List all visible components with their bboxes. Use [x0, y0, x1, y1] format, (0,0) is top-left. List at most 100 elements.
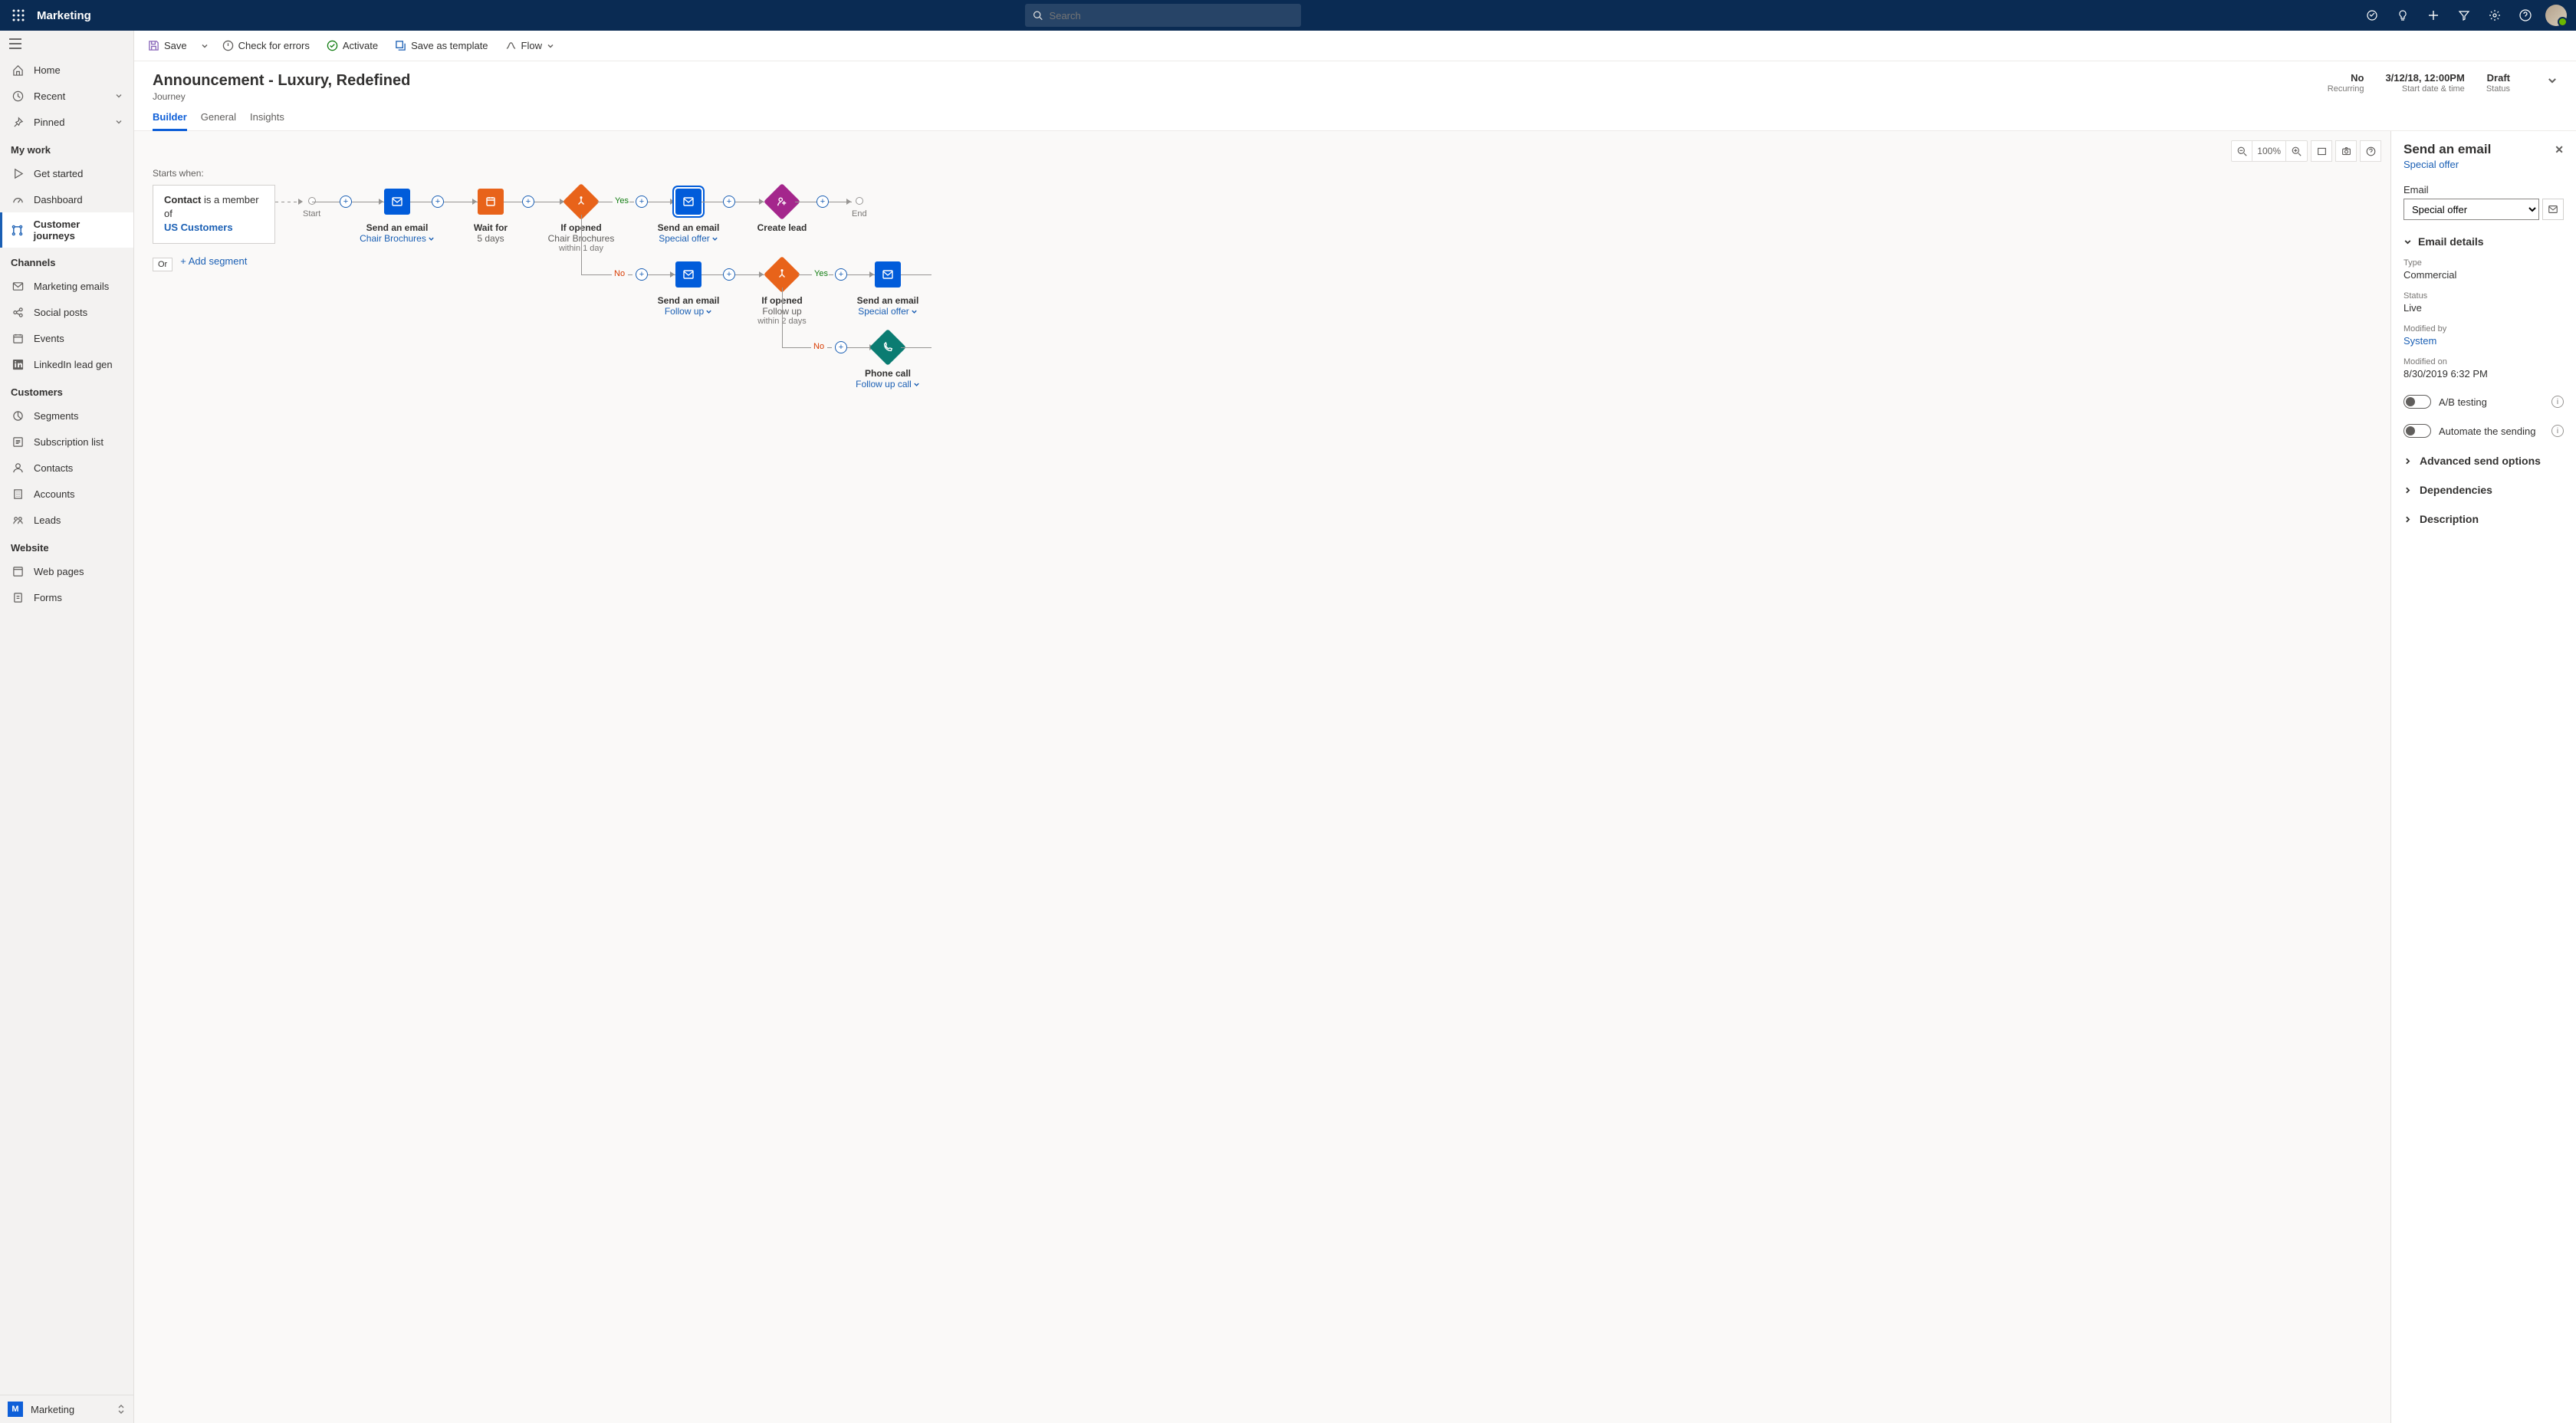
chevron-down-icon: [2404, 238, 2412, 246]
lightbulb-icon[interactable]: [2389, 2, 2417, 29]
node-link[interactable]: Special offer: [659, 233, 718, 244]
gear-icon[interactable]: [2481, 2, 2509, 29]
sidebar-item-label: Events: [34, 333, 64, 344]
search-input[interactable]: [1050, 10, 1294, 21]
detail-value-link[interactable]: System: [2404, 335, 2564, 347]
node-link[interactable]: Special offer: [858, 306, 918, 317]
save-icon: [148, 40, 159, 51]
user-avatar[interactable]: [2542, 2, 2570, 29]
node-link[interactable]: Follow up: [665, 306, 712, 317]
plus-icon[interactable]: [2420, 2, 2447, 29]
journey-canvas[interactable]: 100% Starts when: Contact is a member of…: [134, 131, 2390, 1423]
sidebar-item-accounts[interactable]: Accounts: [0, 481, 133, 507]
save-button[interactable]: Save: [142, 36, 193, 55]
sidebar-footer[interactable]: M Marketing: [0, 1395, 133, 1423]
clock-icon: [11, 89, 25, 103]
node-send-email-followup[interactable]: [675, 261, 702, 288]
close-panel-button[interactable]: ✕: [2555, 143, 2564, 156]
form-icon: [11, 590, 25, 604]
sidebar-item-label: Pinned: [34, 117, 64, 128]
canvas-help-button[interactable]: [2360, 140, 2381, 162]
sidebar-item-label: LinkedIn lead gen: [34, 359, 113, 370]
sidebar-item-leads[interactable]: Leads: [0, 507, 133, 533]
help-icon[interactable]: [2512, 2, 2539, 29]
app-launcher-icon[interactable]: [6, 3, 31, 28]
or-badge: Or: [153, 258, 172, 271]
open-email-button[interactable]: [2542, 199, 2564, 220]
node-send-email-1[interactable]: [384, 189, 410, 215]
sidebar-item-pinned[interactable]: Pinned: [0, 109, 133, 135]
sidebar-item-customer-journeys[interactable]: Customer journeys: [0, 212, 133, 248]
meta-label: Status: [2486, 84, 2510, 94]
segment-box[interactable]: Contact is a member of US Customers: [153, 185, 275, 244]
tab-builder[interactable]: Builder: [153, 111, 187, 131]
info-icon[interactable]: i: [2551, 396, 2564, 408]
sidebar-item-social[interactable]: Social posts: [0, 299, 133, 325]
email-details-header[interactable]: Email details: [2404, 235, 2564, 248]
tab-insights[interactable]: Insights: [250, 111, 284, 130]
btn-label: Save as template: [411, 40, 488, 51]
description-section[interactable]: Description: [2404, 513, 2564, 525]
check-errors-button[interactable]: Check for errors: [216, 36, 316, 55]
node-send-email-special-offer[interactable]: [675, 189, 702, 215]
page-icon: [11, 564, 25, 578]
tab-general[interactable]: General: [201, 111, 236, 130]
email-select[interactable]: Special offer: [2404, 199, 2539, 220]
email-field-label: Email: [2404, 184, 2564, 196]
sidebar-item-forms[interactable]: Forms: [0, 584, 133, 610]
save-template-button[interactable]: Save as template: [389, 36, 494, 55]
details-panel: Send an email✕ Special offer Email Speci…: [2390, 131, 2576, 1423]
toggle-label: Automate the sending: [2439, 426, 2535, 437]
filter-icon[interactable]: [2450, 2, 2478, 29]
sidebar-item-segments[interactable]: Segments: [0, 403, 133, 429]
sidebar-item-webpages[interactable]: Web pages: [0, 558, 133, 584]
check-icon: [327, 40, 338, 51]
sidebar-item-label: Home: [34, 64, 61, 76]
activate-button[interactable]: Activate: [320, 36, 384, 55]
sidebar-item-dashboard[interactable]: Dashboard: [0, 186, 133, 212]
chevron-down-icon: [115, 118, 123, 126]
sidebar-item-emails[interactable]: Marketing emails: [0, 273, 133, 299]
add-segment-button[interactable]: + Add segment: [180, 255, 247, 267]
node-link[interactable]: Chair Brochures: [360, 233, 435, 244]
advanced-send-section[interactable]: Advanced send options: [2404, 455, 2564, 467]
sidebar-item-events[interactable]: Events: [0, 325, 133, 351]
info-icon[interactable]: i: [2551, 425, 2564, 437]
flow-button[interactable]: Flow: [499, 36, 560, 55]
sidebar-item-home[interactable]: Home: [0, 57, 133, 83]
node-send-email-special-offer-2[interactable]: [875, 261, 901, 288]
zoom-level[interactable]: 100%: [2252, 140, 2286, 162]
panel-subtitle-link[interactable]: Special offer: [2404, 159, 2564, 170]
zoom-out-button[interactable]: [2231, 140, 2252, 162]
expand-header-button[interactable]: [2547, 75, 2558, 86]
hamburger-icon[interactable]: [0, 31, 133, 57]
updown-icon: [117, 1403, 126, 1415]
node-link[interactable]: Follow up call: [856, 379, 920, 389]
section-title: Description: [2420, 513, 2479, 525]
dependencies-section[interactable]: Dependencies: [2404, 484, 2564, 496]
detail-value: 8/30/2019 6:32 PM: [2404, 368, 2564, 380]
snapshot-button[interactable]: [2335, 140, 2357, 162]
sidebar-item-getstarted[interactable]: Get started: [0, 160, 133, 186]
add-step-button[interactable]: +: [816, 196, 829, 208]
sidebar-item-contacts[interactable]: Contacts: [0, 455, 133, 481]
automate-sending-toggle[interactable]: [2404, 424, 2431, 438]
tabs: Builder General Insights: [134, 102, 2576, 131]
node-wait[interactable]: [478, 189, 504, 215]
fit-button[interactable]: [2311, 140, 2332, 162]
ab-testing-toggle[interactable]: [2404, 395, 2431, 409]
segment-link[interactable]: US Customers: [164, 222, 233, 233]
zoom-in-button[interactable]: [2286, 140, 2308, 162]
save-dropdown[interactable]: [198, 38, 212, 54]
sidebar-item-linkedin[interactable]: LinkedIn lead gen: [0, 351, 133, 377]
list-icon: [11, 435, 25, 449]
meta-value: Draft: [2486, 72, 2510, 84]
target-icon[interactable]: [2358, 2, 2386, 29]
search-box[interactable]: [1025, 4, 1301, 27]
segment-prefix: Contact: [164, 194, 201, 205]
person-icon: [11, 461, 25, 475]
sidebar-item-label: Contacts: [34, 462, 73, 474]
sidebar-item-sublist[interactable]: Subscription list: [0, 429, 133, 455]
sidebar-item-recent[interactable]: Recent: [0, 83, 133, 109]
sidebar-section-mywork: My work: [0, 135, 133, 160]
